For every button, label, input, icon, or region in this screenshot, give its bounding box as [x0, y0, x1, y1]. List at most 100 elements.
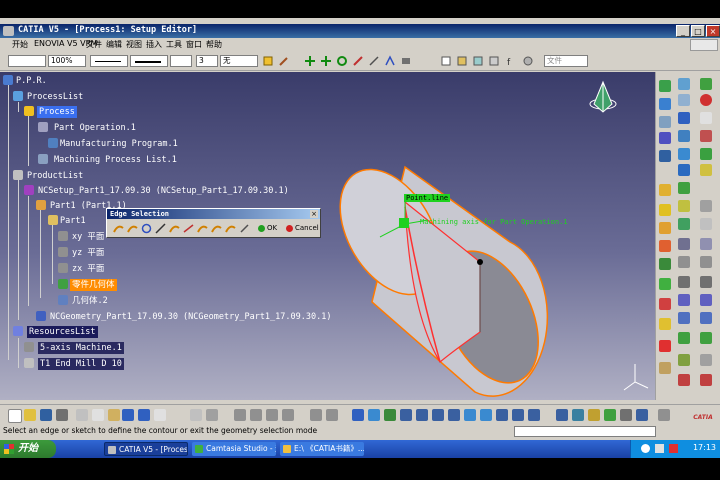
copy-doc-icon[interactable] [92, 409, 104, 421]
machining-feature-icon[interactable] [659, 298, 671, 310]
help-icon[interactable] [154, 409, 166, 421]
select-curve-icon[interactable] [169, 223, 180, 234]
catalog-tool-icon[interactable] [234, 409, 246, 421]
fly-icon[interactable] [352, 409, 364, 421]
counterbore-icon[interactable] [678, 256, 690, 268]
wand-icon[interactable] [352, 55, 364, 67]
render-icon[interactable] [528, 409, 540, 421]
new-icon[interactable] [8, 409, 22, 423]
tool-change-icon[interactable] [659, 132, 671, 144]
scene-icon[interactable] [620, 409, 632, 421]
stock-icon[interactable] [659, 362, 671, 374]
formula-tool-icon[interactable] [190, 409, 202, 421]
list-tool-icon[interactable] [266, 409, 278, 421]
formula-icon[interactable]: f [506, 55, 518, 67]
layer-dropdown[interactable]: 无 [220, 55, 258, 67]
menu-file[interactable]: 文件 [86, 39, 102, 50]
tree-part1[interactable]: Part1 [60, 215, 86, 227]
t-slot-icon[interactable] [700, 276, 712, 288]
select-intersection-icon[interactable] [225, 223, 236, 234]
cut-icon[interactable] [76, 409, 88, 421]
postprocessor-icon[interactable] [678, 148, 690, 160]
dialog-ok-button[interactable]: OK [257, 222, 277, 235]
nc-output-icon[interactable] [678, 164, 690, 176]
pan-view-icon[interactable] [384, 409, 396, 421]
curve-following-icon[interactable] [678, 200, 690, 212]
spot-drill-icon[interactable] [659, 240, 671, 252]
linetype-dropdown[interactable] [90, 55, 128, 67]
rotation-icon[interactable] [659, 150, 671, 162]
tree-geometry-set[interactable]: 几何体.2 [72, 295, 108, 307]
window-controls-mdi[interactable] [690, 39, 718, 51]
rotate-icon[interactable] [336, 55, 348, 67]
maximize-button[interactable]: □ [691, 25, 705, 37]
tool-path-icon[interactable] [659, 318, 671, 330]
select-face-icon[interactable] [197, 223, 208, 234]
program-tool-icon[interactable] [678, 94, 690, 106]
prismatic-rough-icon[interactable] [678, 218, 690, 230]
taskbar-item-explorer[interactable]: E:\ 《CATIA书籍》... [280, 442, 364, 456]
menu-window[interactable]: 窗口 [186, 39, 202, 50]
tree-tool[interactable]: T1 End Mill D 10 [38, 358, 124, 370]
axis-icon[interactable] [384, 55, 396, 67]
move-icon[interactable] [320, 55, 332, 67]
tree-xy-plane[interactable]: xy 平面 [72, 231, 104, 243]
edge-label[interactable]: Point.line [404, 194, 451, 202]
tree-zx-plane[interactable]: zx 平面 [72, 263, 104, 275]
machine-tool-icon[interactable] [659, 98, 671, 110]
table-icon[interactable] [472, 55, 484, 67]
compute-icon[interactable] [700, 332, 712, 344]
select-loop-icon[interactable] [141, 223, 152, 234]
pocketing-icon[interactable] [659, 184, 671, 196]
drilling-icon[interactable] [700, 218, 712, 230]
auxiliary-command-icon[interactable] [678, 130, 690, 142]
zoom-in-icon[interactable] [416, 409, 428, 421]
point-style-dropdown[interactable] [170, 55, 192, 67]
chamfering-icon[interactable] [678, 276, 690, 288]
gear-icon[interactable] [522, 55, 534, 67]
replay-icon[interactable] [659, 340, 671, 352]
taskbar-item-catia[interactable]: CATIA V5 - [Process1... [104, 442, 188, 456]
rotate-view-icon[interactable] [400, 409, 412, 421]
part-operation-tool-icon[interactable] [700, 78, 712, 90]
redo-icon[interactable] [138, 409, 150, 421]
tree-machine[interactable]: 5-axis Machine.1 [38, 342, 124, 354]
sketch-icon[interactable] [368, 55, 380, 67]
tree-machining-process-list[interactable]: Machining Process List.1 [54, 154, 177, 166]
tree-part-operation[interactable]: Part Operation.1 [54, 122, 136, 134]
simulation-icon[interactable] [700, 148, 712, 160]
select-line-icon[interactable] [155, 223, 166, 234]
document-icon[interactable] [700, 112, 712, 124]
open-icon[interactable] [24, 409, 36, 421]
fit-all-icon[interactable] [368, 409, 380, 421]
number-dropdown[interactable]: 3 [196, 55, 218, 67]
measure-between-icon[interactable] [556, 409, 568, 421]
dialog-cancel-button[interactable]: Cancel [285, 222, 319, 235]
tree-manufacturing-program[interactable]: Manufacturing Program.1 [60, 138, 178, 150]
report-icon[interactable] [700, 374, 712, 386]
knowledge-icon[interactable] [206, 409, 218, 421]
save-icon[interactable] [40, 409, 52, 421]
pdf-icon[interactable] [700, 130, 712, 142]
sectioning-icon[interactable] [636, 409, 648, 421]
tree-root[interactable]: P.P.R. [16, 75, 47, 87]
print-icon[interactable] [56, 409, 68, 421]
record-icon[interactable] [669, 444, 678, 453]
video-icon[interactable] [678, 332, 690, 344]
grid-icon[interactable] [488, 55, 500, 67]
reaming-icon[interactable] [659, 258, 671, 270]
spreadsheet-icon[interactable] [282, 409, 294, 421]
apply-material-icon[interactable] [604, 409, 616, 421]
menu-start[interactable]: 开始 [12, 39, 28, 50]
table-tool-icon[interactable] [250, 409, 262, 421]
menu-view[interactable]: 视图 [126, 39, 142, 50]
post-output-icon[interactable] [678, 374, 690, 386]
clash-icon[interactable] [678, 354, 690, 366]
tree-product-list[interactable]: ProductList [27, 170, 83, 182]
bar-chart-icon[interactable] [310, 409, 322, 421]
point-to-point-icon[interactable] [659, 222, 671, 234]
tree-process[interactable]: Process [37, 106, 77, 118]
nc-manufacturing-icon[interactable] [659, 80, 671, 92]
network-icon[interactable] [641, 444, 650, 453]
paste-icon[interactable] [108, 409, 120, 421]
